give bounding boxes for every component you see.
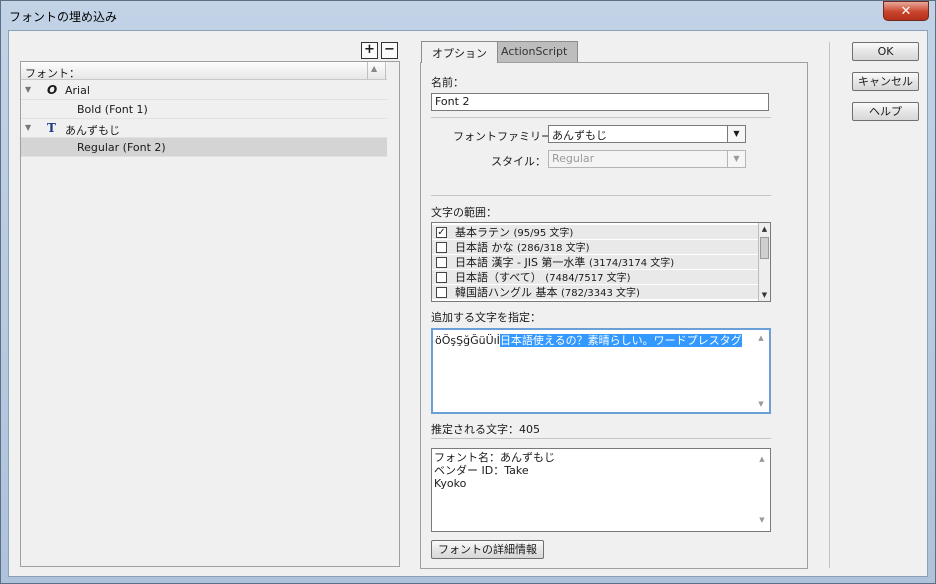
style-select[interactable]: Regular ▼ bbox=[548, 150, 746, 168]
collapse-arrow-icon[interactable]: ▼ bbox=[25, 85, 31, 94]
range-count: (3174/3174 文字) bbox=[588, 258, 675, 269]
dialog-body: + − フォント： ▲ ▼ O Arial Bold (Font 1) ▼ T … bbox=[8, 30, 928, 577]
scroll-down-icon[interactable]: ▼ bbox=[756, 514, 768, 527]
range-name: 韓国語ハングル 基本 bbox=[455, 286, 558, 299]
font-family-value: あんずもじ bbox=[552, 129, 607, 142]
style-value: Regular bbox=[552, 152, 595, 165]
name-field[interactable]: Font 2 bbox=[431, 93, 769, 111]
additional-characters-field[interactable]: öÖşŞğĞüÜıİ日本語使えるの？素晴らしい。ワードプレスタグ ▲ ▼ bbox=[431, 328, 771, 414]
scroll-up-icon[interactable]: ▲ bbox=[756, 453, 768, 466]
name-label: 名前： bbox=[431, 76, 464, 89]
tab-options[interactable]: オプション bbox=[421, 41, 498, 63]
scroll-up-icon[interactable]: ▲ bbox=[755, 334, 767, 342]
close-button[interactable]: ✕ bbox=[883, 1, 929, 21]
dropdown-arrow-icon: ▼ bbox=[727, 151, 745, 167]
font-info-line: Kyoko bbox=[434, 477, 467, 490]
range-item[interactable]: ✓ 基本ラテン (95/95 文字) bbox=[432, 225, 758, 240]
scroll-down-icon[interactable]: ▼ bbox=[759, 289, 770, 301]
divider bbox=[829, 42, 830, 568]
range-count: (286/318 文字) bbox=[517, 243, 590, 254]
font-info-line: フォント名：あんずもじ bbox=[434, 451, 555, 464]
checkbox[interactable] bbox=[436, 272, 447, 283]
range-name: 日本語 漢字 - JIS 第一水準 bbox=[455, 256, 586, 269]
window-title: フォントの埋め込み bbox=[9, 10, 118, 24]
additional-characters-text: öÖşŞğĞüÜıİ bbox=[435, 334, 500, 347]
scroll-thumb[interactable] bbox=[760, 237, 769, 259]
estimated-characters-label: 推定される文字：405 bbox=[431, 423, 540, 436]
selected-text: 日本語使えるの？素晴らしい。ワードプレスタグ bbox=[499, 334, 742, 347]
font-family-select[interactable]: あんずもじ ▼ bbox=[548, 125, 746, 143]
dropdown-arrow-icon[interactable]: ▼ bbox=[727, 126, 745, 142]
character-range-list[interactable]: ✓ 基本ラテン (95/95 文字) 日本語 かな (286/318 文字) 日… bbox=[431, 222, 771, 302]
font-tree-item-anzumoji[interactable]: ▼ T あんずもじ bbox=[21, 119, 387, 138]
scroll-down-icon[interactable]: ▼ bbox=[755, 400, 767, 408]
font-family-label: フォントファミリー： bbox=[453, 130, 563, 143]
range-count: (95/95 文字) bbox=[513, 228, 574, 239]
checkbox[interactable] bbox=[436, 242, 447, 253]
font-info-line: ベンダー ID：Take bbox=[434, 464, 529, 477]
checkbox-checked[interactable]: ✓ bbox=[436, 227, 447, 238]
add-font-button[interactable]: + bbox=[361, 42, 378, 59]
checkbox[interactable] bbox=[436, 287, 447, 298]
font-tree-item-anzumoji-regular[interactable]: Regular (Font 2) bbox=[21, 138, 387, 157]
style-label: スタイル： bbox=[491, 155, 546, 168]
remove-font-button[interactable]: − bbox=[381, 42, 398, 59]
tab-actionscript[interactable]: ActionScript bbox=[490, 41, 579, 62]
range-item[interactable]: 日本語（すべて） (7484/7517 文字) bbox=[432, 270, 758, 285]
range-name: 日本語 かな bbox=[455, 241, 514, 254]
divider bbox=[431, 438, 771, 439]
range-item[interactable]: 日本語 かな (286/318 文字) bbox=[432, 240, 758, 255]
font-info-field[interactable]: フォント名：あんずもじ ベンダー ID：Take Kyoko ▲ ▼ bbox=[431, 448, 771, 532]
opentype-icon: O bbox=[47, 83, 58, 97]
font-details-button[interactable]: フォントの詳細情報 bbox=[431, 540, 544, 559]
range-name: 基本ラテン bbox=[455, 226, 510, 239]
title-bar[interactable]: フォントの埋め込み ✕ bbox=[1, 1, 935, 31]
font-list-header[interactable]: フォント： ▲ bbox=[21, 62, 387, 80]
font-family-name: あんずもじ bbox=[65, 124, 120, 137]
help-button[interactable]: ヘルプ bbox=[852, 102, 919, 121]
range-name: 日本語（すべて） bbox=[455, 271, 542, 284]
font-style-name: Bold (Font 1) bbox=[77, 103, 148, 116]
font-family-name: Arial bbox=[65, 84, 90, 97]
additional-characters-label: 追加する文字を指定： bbox=[431, 311, 541, 324]
textarea-scrollbar[interactable]: ▲ ▼ bbox=[755, 332, 767, 410]
collapse-arrow-icon[interactable]: ▼ bbox=[25, 123, 31, 132]
ok-button[interactable]: OK bbox=[852, 42, 919, 61]
font-list[interactable]: フォント： ▲ ▼ O Arial Bold (Font 1) ▼ T あんずも… bbox=[20, 61, 400, 567]
range-item[interactable]: 韓国語ハングル 基本 (782/3343 文字) bbox=[432, 285, 758, 300]
font-tree-item-arial-bold[interactable]: Bold (Font 1) bbox=[21, 100, 387, 119]
font-embedding-dialog: フォントの埋め込み ✕ + − フォント： ▲ ▼ O Arial Bold (… bbox=[0, 0, 936, 584]
range-list-scrollbar[interactable]: ▲ ▼ bbox=[758, 223, 770, 301]
textarea-scrollbar[interactable]: ▲ ▼ bbox=[756, 451, 768, 529]
checkbox[interactable] bbox=[436, 257, 447, 268]
range-count: (7484/7517 文字) bbox=[545, 273, 631, 284]
scroll-up-icon[interactable]: ▲ bbox=[759, 223, 770, 235]
cancel-button[interactable]: キャンセル bbox=[852, 72, 919, 91]
sort-ascending-icon: ▲ bbox=[371, 64, 378, 73]
divider bbox=[431, 195, 771, 196]
truetype-icon: T bbox=[47, 121, 56, 135]
range-item[interactable]: 日本語 漢字 - JIS 第一水準 (3174/3174 文字) bbox=[432, 255, 758, 270]
font-style-name: Regular (Font 2) bbox=[77, 141, 166, 154]
range-count: (782/3343 文字) bbox=[561, 288, 640, 299]
font-tree-item-arial[interactable]: ▼ O Arial bbox=[21, 81, 387, 100]
character-range-label: 文字の範囲： bbox=[431, 206, 497, 219]
divider bbox=[431, 117, 771, 118]
font-column-label: フォント： bbox=[25, 67, 80, 80]
